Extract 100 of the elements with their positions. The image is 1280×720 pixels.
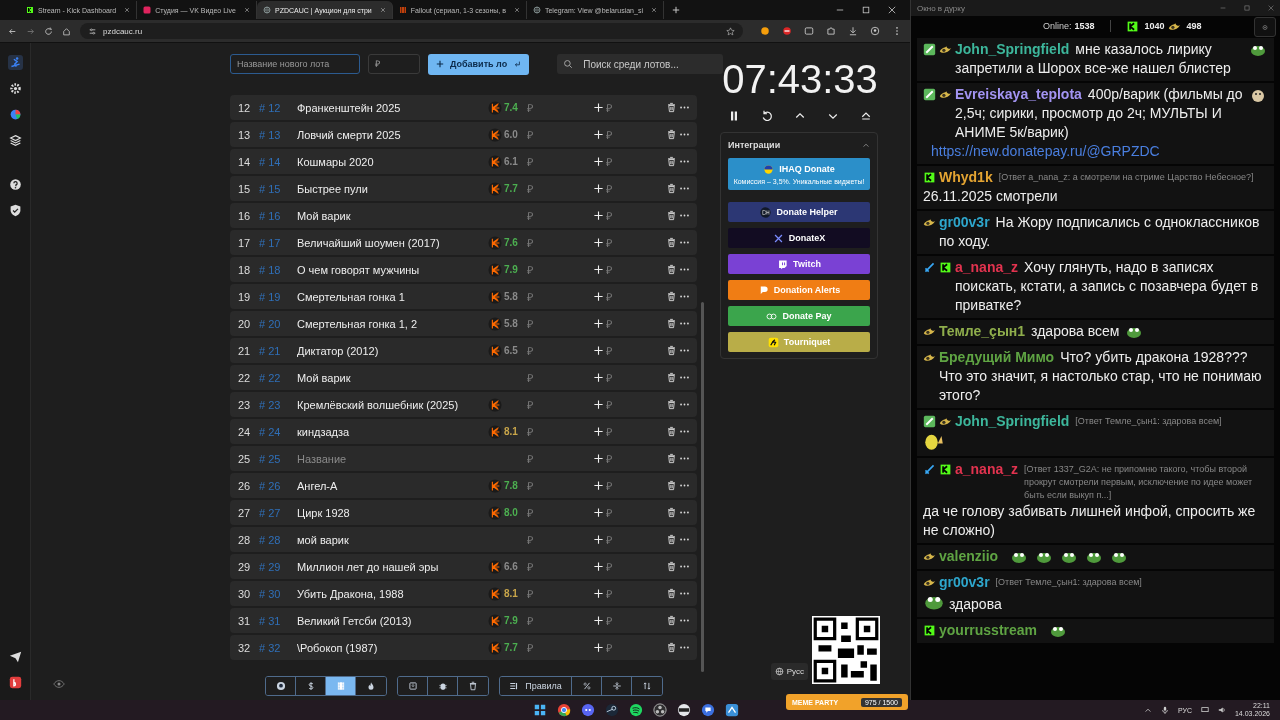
- github-button[interactable]: [266, 677, 296, 695]
- price-field[interactable]: ₽: [527, 317, 547, 330]
- bid-field[interactable]: ₽: [606, 614, 626, 627]
- lot-name-field[interactable]: Название нового лота: [230, 54, 360, 74]
- plus-icon[interactable]: [593, 129, 604, 140]
- bid-field[interactable]: ₽: [606, 182, 626, 195]
- lot-title[interactable]: Миллион лет до нашей эры: [297, 560, 487, 573]
- plus-icon[interactable]: [593, 453, 604, 464]
- trash-icon[interactable]: [666, 561, 677, 572]
- back-icon[interactable]: [8, 26, 17, 36]
- bid-field[interactable]: ₽: [606, 236, 626, 249]
- chat-username[interactable]: John_Springfield: [955, 412, 1070, 431]
- plus-icon[interactable]: [593, 264, 604, 275]
- lot-title-field[interactable]: Название: [297, 452, 477, 465]
- download-icon[interactable]: [848, 26, 858, 36]
- price-field[interactable]: ₽: [527, 398, 547, 411]
- taskbar-app-icon[interactable]: [701, 703, 715, 717]
- add-lot-button[interactable]: Добавить ло: [428, 53, 530, 75]
- logo-icon[interactable]: [7, 675, 23, 690]
- price-field[interactable]: ₽: [527, 614, 547, 627]
- close-icon[interactable]: [888, 6, 896, 14]
- plus-icon[interactable]: [593, 210, 604, 221]
- plus-icon[interactable]: [593, 237, 604, 248]
- donate-service-button[interactable]: Twitch: [728, 254, 870, 274]
- trash-icon[interactable]: [666, 588, 677, 599]
- trash-icon[interactable]: [666, 507, 677, 518]
- plus-icon[interactable]: [593, 183, 604, 194]
- lot-title[interactable]: Франкенштейн 2025: [297, 101, 487, 114]
- close-icon[interactable]: [513, 7, 520, 13]
- trash-icon[interactable]: [666, 156, 677, 167]
- price-field[interactable]: ₽: [527, 155, 547, 168]
- collapse-caret-icon[interactable]: [862, 141, 870, 149]
- lot-title[interactable]: Мой варик: [297, 371, 487, 384]
- send-icon[interactable]: [7, 649, 23, 664]
- bid-field[interactable]: ₽: [606, 479, 626, 492]
- price-field[interactable]: ₽: [527, 236, 547, 249]
- maximize-icon[interactable]: [862, 6, 870, 14]
- plus-icon[interactable]: [593, 642, 604, 653]
- settings-icon[interactable]: [7, 81, 23, 96]
- profile-icon[interactable]: [870, 26, 880, 36]
- trash-icon[interactable]: [666, 615, 677, 626]
- taskbar-app-icon[interactable]: [653, 703, 667, 717]
- taskbar-app-icon[interactable]: [629, 703, 643, 717]
- bid-field[interactable]: ₽: [606, 290, 626, 303]
- price-field[interactable]: ₽: [527, 506, 547, 519]
- lot-title[interactable]: Великий Гетсби (2013): [297, 614, 487, 627]
- ski-icon[interactable]: [7, 55, 23, 70]
- bid-field[interactable]: ₽: [606, 533, 626, 546]
- price-field[interactable]: ₽: [527, 533, 547, 546]
- lot-title[interactable]: Убить Дракона, 1988: [297, 587, 487, 600]
- address-bar[interactable]: pzdcauc.ru: [80, 23, 743, 39]
- lot-title[interactable]: Цирк 1928: [297, 506, 487, 519]
- plus-icon[interactable]: [593, 399, 604, 410]
- plus-icon[interactable]: [593, 345, 604, 356]
- lot-title[interactable]: Быстрее пули: [297, 182, 487, 195]
- lot-title[interactable]: Ловчий смерти 2025: [297, 128, 487, 141]
- lot-title[interactable]: \Робокоп (1987): [297, 641, 487, 654]
- price-field[interactable]: ₽: [527, 425, 547, 438]
- plus-icon[interactable]: [593, 372, 604, 383]
- puzzle-icon[interactable]: [826, 26, 836, 36]
- chat-username[interactable]: Whyd1k: [939, 168, 993, 187]
- home-icon[interactable]: [62, 26, 71, 36]
- lot-title[interactable]: Кремлёвский волшебник (2025): [297, 398, 487, 411]
- donate-service-button[interactable]: Donate Helper: [728, 202, 870, 222]
- plus-icon[interactable]: [593, 156, 604, 167]
- microphone-icon[interactable]: [1160, 706, 1169, 714]
- bid-field[interactable]: ₽: [606, 371, 626, 384]
- trash-icon[interactable]: [666, 102, 677, 113]
- price-field[interactable]: ₽: [527, 263, 547, 276]
- speaker-icon[interactable]: [1217, 706, 1226, 714]
- help-icon[interactable]: [7, 177, 23, 192]
- trash-icon[interactable]: [666, 642, 677, 653]
- pause-icon[interactable]: [728, 110, 740, 122]
- trash-icon[interactable]: [666, 318, 677, 329]
- close-icon[interactable]: [244, 7, 250, 13]
- bid-field[interactable]: ₽: [606, 263, 626, 276]
- trash-icon[interactable]: [666, 426, 677, 437]
- trash-icon[interactable]: [666, 237, 677, 248]
- lot-title[interactable]: Смертельная гонка 1, 2: [297, 317, 487, 330]
- bid-field[interactable]: ₽: [606, 128, 626, 141]
- language-selector[interactable]: Русс: [770, 663, 808, 680]
- chat-username[interactable]: valenziio: [939, 547, 999, 566]
- bid-field[interactable]: ₽: [606, 587, 626, 600]
- trash-icon[interactable]: [666, 264, 677, 275]
- bid-field[interactable]: ₽: [606, 506, 626, 519]
- eject-icon[interactable]: [860, 110, 872, 122]
- taskbar-app-icon[interactable]: [557, 703, 571, 717]
- bid-field[interactable]: ₽: [606, 425, 626, 438]
- extension-icon[interactable]: [760, 26, 770, 36]
- trash-icon[interactable]: [666, 453, 677, 464]
- chat-username[interactable]: yourrusstream: [939, 621, 1038, 640]
- lot-title[interactable]: Мой варик: [297, 209, 487, 222]
- start-icon[interactable]: [533, 703, 547, 717]
- lot-title[interactable]: Диктатор (2012): [297, 344, 487, 357]
- search-field[interactable]: Поиск среди лотов...: [557, 54, 724, 74]
- plus-icon[interactable]: [593, 102, 604, 113]
- lot-title[interactable]: О чем говорят мужчины: [297, 263, 487, 276]
- taskbar-app-icon[interactable]: [605, 703, 619, 717]
- trash-icon[interactable]: [666, 372, 677, 383]
- bid-field[interactable]: ₽: [606, 209, 626, 222]
